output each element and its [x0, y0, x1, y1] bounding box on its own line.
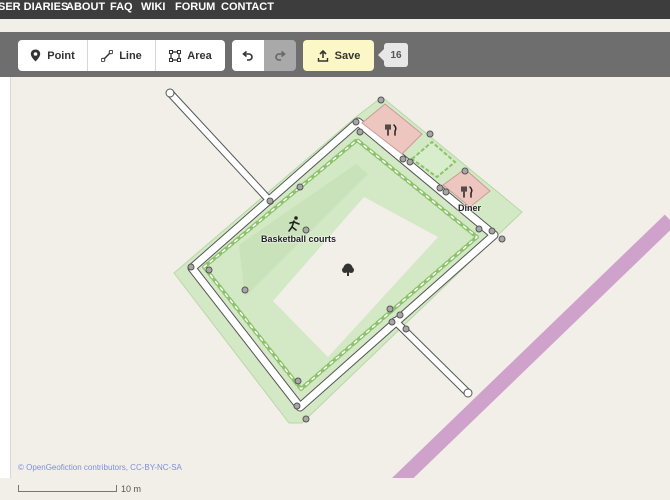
- area-icon: [169, 49, 182, 62]
- redo-button[interactable]: [264, 40, 296, 71]
- nav-faq[interactable]: FAQ: [110, 1, 133, 13]
- scale-label: 10 m: [121, 484, 142, 494]
- add-line-label: Line: [119, 49, 142, 62]
- sidebar-edge[interactable]: [0, 77, 11, 500]
- map-canvas[interactable]: Basketball courts Diner: [0, 77, 670, 500]
- nav-user-diaries[interactable]: SER DIARIES: [0, 1, 68, 13]
- map-attribution[interactable]: © OpenGeofiction contributors, CC-BY-NC-…: [18, 463, 182, 472]
- add-point-label: Point: [47, 49, 75, 62]
- diner-label[interactable]: Diner: [458, 203, 481, 213]
- map-drawing: [165, 88, 670, 500]
- editor-toolbar: Point Line Area Save 16: [0, 32, 670, 77]
- nav-wiki[interactable]: WIKI: [141, 1, 165, 13]
- basketball-courts-label[interactable]: Basketball courts: [261, 234, 336, 244]
- save-label: Save: [334, 49, 361, 62]
- scale-bar[interactable]: [18, 485, 117, 492]
- nav-contact[interactable]: CONTACT: [221, 1, 274, 13]
- site-navigation: SER DIARIES ABOUT FAQ WIKI FORUM CONTACT: [0, 0, 670, 19]
- undo-button[interactable]: [232, 40, 264, 71]
- nav-about[interactable]: ABOUT: [66, 1, 105, 13]
- add-line-button[interactable]: Line: [88, 40, 156, 71]
- edit-count-badge: 16: [378, 43, 408, 67]
- line-icon: [101, 49, 114, 62]
- undo-icon: [242, 50, 254, 62]
- save-button[interactable]: Save: [303, 40, 374, 71]
- nav-forum[interactable]: FORUM: [175, 1, 215, 13]
- redo-icon: [274, 50, 286, 62]
- add-area-button[interactable]: Area: [156, 40, 225, 71]
- add-area-label: Area: [187, 49, 212, 62]
- map-pin-icon: [30, 49, 41, 62]
- road-nw[interactable]: [167, 90, 273, 204]
- add-point-button[interactable]: Point: [18, 40, 88, 71]
- upload-icon: [317, 49, 329, 62]
